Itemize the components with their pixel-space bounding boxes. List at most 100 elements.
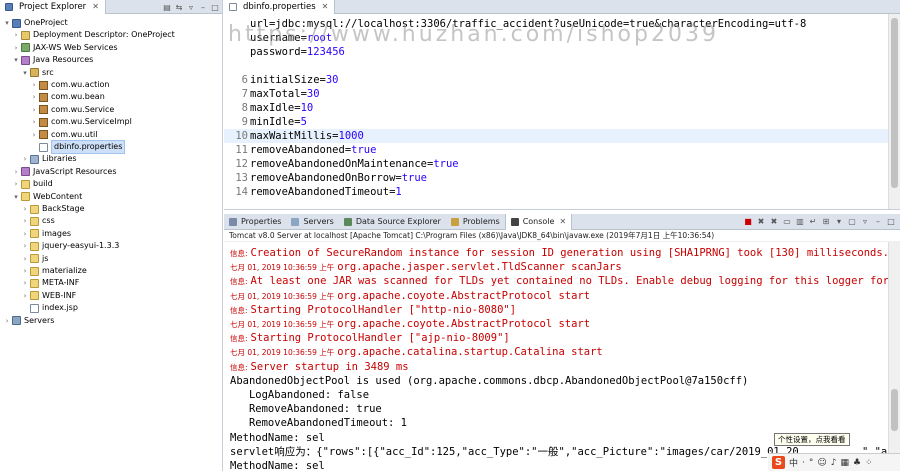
tree-item[interactable]: › JAX-WS Web Services	[0, 42, 118, 54]
chevron-right-icon[interactable]: ›	[12, 178, 20, 190]
ime-button[interactable]: ⁘	[865, 458, 873, 468]
view-menu-icon[interactable]: ▿	[186, 3, 196, 12]
remove-launch-icon[interactable]: ✖	[756, 217, 766, 227]
code-line[interactable]	[224, 59, 888, 73]
tree-item[interactable]: ▾ src	[0, 67, 54, 79]
editor-scrollbar[interactable]	[888, 14, 900, 209]
scrollbar-thumb[interactable]	[891, 389, 898, 431]
code-line[interactable]: 9 minIdle=5	[224, 115, 888, 129]
ime-button[interactable]: °	[809, 458, 814, 468]
chevron-right-icon[interactable]: ›	[21, 215, 29, 227]
close-icon[interactable]: ✕	[322, 0, 329, 14]
remove-all-icon[interactable]: ✖	[769, 217, 779, 227]
sogou-logo-icon[interactable]: S	[772, 456, 785, 469]
link-editor-icon[interactable]: ⇆	[174, 3, 184, 12]
tab-data-source-explorer[interactable]: Data Source Explorer	[339, 214, 446, 230]
scroll-lock-icon[interactable]: ▥	[795, 217, 805, 227]
code-line[interactable]: 14 removeAbandonedTimeout=1	[224, 185, 888, 199]
tab-properties[interactable]: Properties	[224, 214, 286, 230]
chevron-right-icon[interactable]: ›	[21, 265, 29, 277]
tree-item[interactable]: › Servers	[0, 315, 54, 327]
console-scrollbar[interactable]	[888, 242, 900, 471]
tab-servers[interactable]: Servers	[286, 214, 338, 230]
tree-item[interactable]: › jquery-easyui-1.3.3	[0, 240, 119, 252]
code-editor[interactable]: url=jdbc:mysql://localhost:3306/traffic_…	[224, 14, 888, 209]
chevron-right-icon[interactable]: ›	[30, 79, 38, 91]
code-line[interactable]: 7 maxTotal=30	[224, 87, 888, 101]
tree-item[interactable]: ▾ Java Resources	[0, 54, 93, 66]
view-menu-icon[interactable]: ▿	[860, 217, 870, 227]
collapse-all-icon[interactable]: ▤	[162, 3, 172, 12]
chevron-right-icon[interactable]: ›	[3, 315, 11, 327]
ime-button[interactable]: 中	[789, 456, 798, 469]
tree-item[interactable]: › Deployment Descriptor: OneProject	[0, 29, 175, 41]
clear-console-icon[interactable]: ▭	[782, 217, 792, 227]
chevron-right-icon[interactable]: ›	[30, 116, 38, 128]
tree-item[interactable]: ▾ WebContent	[0, 191, 82, 203]
pin-console-icon[interactable]: ⊞	[821, 217, 831, 227]
chevron-right-icon[interactable]: ›	[21, 253, 29, 265]
tree-item[interactable]: › JavaScript Resources	[0, 166, 117, 178]
chevron-right-icon[interactable]: ›	[21, 228, 29, 240]
code-line[interactable]: password=123456	[224, 45, 888, 59]
close-icon[interactable]: ✕	[559, 214, 566, 230]
tree-item[interactable]: › BackStage	[0, 203, 85, 215]
chevron-right-icon[interactable]: ›	[21, 153, 29, 165]
chevron-right-icon[interactable]: ›	[30, 104, 38, 116]
chevron-right-icon[interactable]: ›	[12, 166, 20, 178]
chevron-right-icon[interactable]: ›	[21, 203, 29, 215]
tree-item[interactable]: ▾ OneProject	[0, 17, 68, 29]
scrollbar-thumb[interactable]	[891, 18, 898, 188]
tree-item[interactable]: › build	[0, 178, 53, 190]
code-line[interactable]: 8 maxIdle=10	[224, 101, 888, 115]
code-line[interactable]: 10 maxWaitMillis=1000	[224, 129, 888, 143]
ime-button[interactable]: ▦	[841, 458, 850, 468]
tree-item[interactable]: › com.wu.ServiceImpl	[0, 116, 132, 128]
tree-item[interactable]: › WEB-INF	[0, 290, 76, 302]
chevron-down-icon[interactable]: ▾	[21, 67, 29, 79]
word-wrap-icon[interactable]: ↵	[808, 217, 818, 227]
tree-item[interactable]: › com.wu.action	[0, 79, 109, 91]
tab-dbinfo-properties[interactable]: dbinfo.properties ✕	[224, 0, 336, 14]
chevron-right-icon[interactable]: ›	[30, 129, 38, 141]
chevron-right-icon[interactable]: ›	[30, 91, 38, 103]
tree-item[interactable]: › com.wu.bean	[0, 91, 105, 103]
chevron-right-icon[interactable]: ›	[21, 240, 29, 252]
ime-button[interactable]: ♣	[853, 458, 861, 468]
code-line[interactable]: 6 initialSize=30	[224, 73, 888, 87]
tree-item[interactable]: › com.wu.Service	[0, 104, 114, 116]
tree-item[interactable]: dbinfo.properties	[0, 140, 126, 154]
tree-item[interactable]: › materialize	[0, 265, 87, 277]
code-line[interactable]: username=root	[224, 31, 888, 45]
maximize-icon[interactable]: □	[210, 3, 220, 12]
tree-item[interactable]: › META-INF	[0, 277, 79, 289]
chevron-right-icon[interactable]: ›	[12, 42, 20, 54]
tree-item[interactable]: › js	[0, 253, 48, 265]
ime-button[interactable]: ♪	[831, 458, 837, 468]
stop-icon[interactable]: ■	[743, 217, 753, 227]
ime-button[interactable]: ☺	[817, 458, 826, 468]
code-line[interactable]: 11 removeAbandoned=true	[224, 143, 888, 157]
tree-item[interactable]: › css	[0, 215, 55, 227]
code-line[interactable]: url=jdbc:mysql://localhost:3306/traffic_…	[224, 17, 888, 31]
code-line[interactable]: 12 removeAbandonedOnMaintenance=true	[224, 157, 888, 171]
minimize-icon[interactable]: –	[198, 3, 208, 12]
tab-console[interactable]: Console ✕	[504, 213, 573, 230]
minimize-icon[interactable]: –	[873, 217, 883, 227]
chevron-down-icon[interactable]: ▾	[12, 54, 20, 66]
tab-project-explorer[interactable]: Project Explorer ✕	[0, 0, 106, 14]
chevron-right-icon[interactable]: ›	[21, 290, 29, 302]
chevron-down-icon[interactable]: ▾	[3, 17, 11, 29]
close-icon[interactable]: ✕	[92, 0, 99, 14]
maximize-icon[interactable]: □	[886, 217, 896, 227]
open-console-icon[interactable]: ▢	[847, 217, 857, 227]
chevron-right-icon[interactable]: ›	[12, 29, 20, 41]
display-console-icon[interactable]: ▾	[834, 217, 844, 227]
tree-item[interactable]: › com.wu.util	[0, 129, 97, 141]
tree-item[interactable]: › images	[0, 228, 71, 240]
chevron-right-icon[interactable]: ›	[21, 277, 29, 289]
tree-item[interactable]: › Libraries	[0, 153, 77, 165]
tab-problems[interactable]: Problems	[446, 214, 505, 230]
tree-item[interactable]: index.jsp	[0, 302, 78, 314]
chevron-down-icon[interactable]: ▾	[12, 191, 20, 203]
